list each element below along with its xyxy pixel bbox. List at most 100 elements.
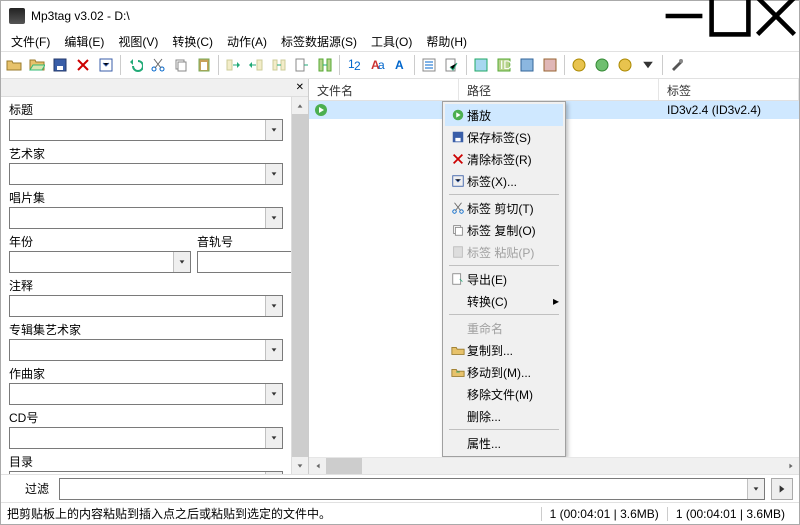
chevron-down-icon[interactable] xyxy=(265,120,282,140)
menu-view[interactable]: 视图(V) xyxy=(112,32,164,51)
label-artist: 艺术家 xyxy=(9,145,283,162)
tb-playlist-icon[interactable] xyxy=(418,54,440,76)
ctx-copy-to[interactable]: 复制到... xyxy=(445,339,563,361)
ctx-convert[interactable]: 转换(C)▸ xyxy=(445,290,563,312)
scroll-right-icon[interactable] xyxy=(782,458,799,475)
filter-bar: 过滤 xyxy=(1,474,799,502)
tb-export-icon[interactable] xyxy=(441,54,463,76)
ctx-save-tag[interactable]: 保存标签(S) xyxy=(445,126,563,148)
tb-disc-id-icon[interactable]: ID xyxy=(493,54,515,76)
ctx-export[interactable]: 导出(E) xyxy=(445,268,563,290)
chevron-down-icon[interactable] xyxy=(265,208,282,228)
tb-options-icon[interactable] xyxy=(666,54,688,76)
input-discno[interactable] xyxy=(9,427,283,449)
cell-tag: ID3v2.4 (ID3v2.4) xyxy=(659,103,799,117)
label-composer: 作曲家 xyxy=(9,365,283,382)
ctx-remove-file[interactable]: 移除文件(M) xyxy=(445,383,563,405)
input-title[interactable] xyxy=(9,119,283,141)
input-dir[interactable] xyxy=(9,471,283,474)
tb-filename-tag-icon[interactable] xyxy=(245,54,267,76)
tb-sep xyxy=(564,55,565,75)
window-title: Mp3tag v3.02 - D:\ xyxy=(31,9,661,23)
menu-actions[interactable]: 动作(A) xyxy=(221,32,273,51)
col-tag[interactable]: 标签 xyxy=(659,79,799,100)
input-composer[interactable] xyxy=(9,383,283,405)
label-album: 唱片集 xyxy=(9,189,283,206)
input-albumartist[interactable] xyxy=(9,339,283,361)
ctx-cut[interactable]: 标签 剪切(T) xyxy=(445,197,563,219)
sidebar-scrollbar[interactable] xyxy=(291,97,308,474)
tb-tools-icon[interactable] xyxy=(470,54,492,76)
scroll-left-icon[interactable] xyxy=(309,458,326,475)
maximize-button[interactable] xyxy=(707,1,753,31)
ctx-tag-ex[interactable]: 标签(X)... xyxy=(445,170,563,192)
tb-autonumber-icon[interactable]: 12 xyxy=(343,54,365,76)
chevron-down-icon[interactable] xyxy=(265,340,282,360)
menu-convert[interactable]: 转换(C) xyxy=(166,32,219,51)
menu-tools[interactable]: 工具(O) xyxy=(365,32,418,51)
tb-actions-icon[interactable]: Aa xyxy=(366,54,388,76)
input-year[interactable] xyxy=(9,251,191,273)
chevron-down-icon[interactable] xyxy=(265,384,282,404)
scroll-up-icon[interactable] xyxy=(292,97,308,114)
menu-edit[interactable]: 编辑(E) xyxy=(58,32,110,51)
tb-disc-tools-icon[interactable] xyxy=(539,54,561,76)
chevron-down-icon[interactable] xyxy=(265,428,282,448)
ctx-separator xyxy=(449,429,559,430)
ctx-remove-tag[interactable]: 清除标签(R) xyxy=(445,148,563,170)
tb-disc-ex-icon[interactable] xyxy=(516,54,538,76)
menu-tagsources[interactable]: 标签数据源(S) xyxy=(275,32,363,51)
tb-remove-tag-icon[interactable] xyxy=(72,54,94,76)
tb-quick-action-icon[interactable]: A xyxy=(389,54,411,76)
tb-textfile-tag-icon[interactable] xyxy=(291,54,313,76)
chevron-down-icon[interactable] xyxy=(265,296,282,316)
tb-web1-icon[interactable] xyxy=(568,54,590,76)
tb-save-icon[interactable] xyxy=(49,54,71,76)
col-filename[interactable]: 文件名 xyxy=(309,79,459,100)
filter-input[interactable] xyxy=(59,478,765,500)
tb-cut-icon[interactable] xyxy=(147,54,169,76)
tb-filename-filename-icon[interactable] xyxy=(268,54,290,76)
close-button[interactable] xyxy=(753,1,799,31)
tb-undo-icon[interactable] xyxy=(124,54,146,76)
tb-tag-filename-icon[interactable] xyxy=(222,54,244,76)
file-list-hscroll[interactable] xyxy=(309,457,799,474)
col-path[interactable]: 路径 xyxy=(459,79,659,100)
minimize-button[interactable] xyxy=(661,1,707,31)
scrollbar-thumb[interactable] xyxy=(292,114,308,457)
chevron-down-icon[interactable] xyxy=(265,164,282,184)
tb-open-folder-icon[interactable] xyxy=(3,54,25,76)
filter-go-button[interactable] xyxy=(771,478,793,500)
input-album[interactable] xyxy=(9,207,283,229)
chevron-down-icon[interactable] xyxy=(747,479,764,499)
input-artist[interactable] xyxy=(9,163,283,185)
tb-tag-tag-icon[interactable] xyxy=(314,54,336,76)
ctx-move-to[interactable]: 移动到(M)... xyxy=(445,361,563,383)
submenu-arrow-icon: ▸ xyxy=(553,294,559,308)
ctx-copy[interactable]: 标签 复制(O) xyxy=(445,219,563,241)
titlebar: Mp3tag v3.02 - D:\ xyxy=(1,1,799,31)
tag-panel-header: ✕ xyxy=(1,79,308,97)
tb-paste-icon[interactable] xyxy=(193,54,215,76)
tag-panel-close-icon[interactable]: ✕ xyxy=(296,82,304,93)
tb-open-subfolder-icon[interactable] xyxy=(26,54,48,76)
status-cell-2: 1 (00:04:01 | 3.6MB) xyxy=(667,507,793,521)
chevron-down-icon[interactable] xyxy=(173,252,190,272)
tb-web2-icon[interactable] xyxy=(591,54,613,76)
input-comment[interactable] xyxy=(9,295,283,317)
menu-file[interactable]: 文件(F) xyxy=(5,32,56,51)
tb-web3-icon[interactable] xyxy=(614,54,636,76)
tb-copy-icon[interactable] xyxy=(170,54,192,76)
ctx-delete[interactable]: 删除... xyxy=(445,405,563,427)
filter-label: 过滤 xyxy=(7,480,53,497)
scroll-down-icon[interactable] xyxy=(292,457,308,474)
menu-help[interactable]: 帮助(H) xyxy=(420,32,473,51)
tb-web-dd-icon[interactable] xyxy=(637,54,659,76)
input-track[interactable] xyxy=(197,251,291,273)
chevron-down-icon[interactable] xyxy=(265,472,282,474)
ctx-play[interactable]: 播放 xyxy=(445,104,563,126)
tb-ext-tag-icon[interactable] xyxy=(95,54,117,76)
scrollbar-thumb[interactable] xyxy=(326,458,362,474)
ctx-properties[interactable]: 属性... xyxy=(445,432,563,454)
svg-text:A: A xyxy=(395,58,404,72)
